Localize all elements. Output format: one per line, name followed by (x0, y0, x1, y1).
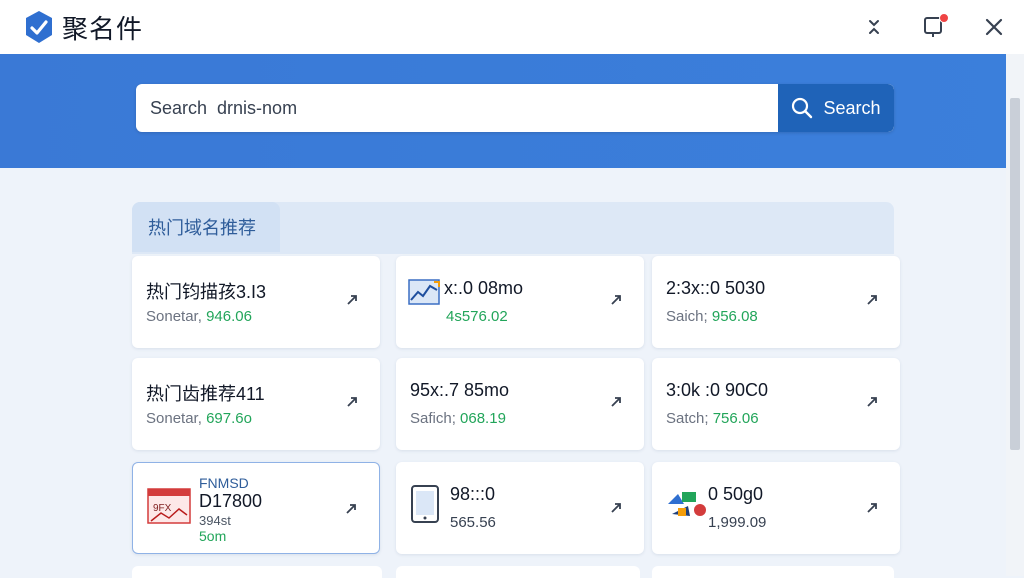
search-icon (792, 97, 813, 119)
domain-card[interactable]: 0 50g0 1,999.09 (652, 462, 900, 554)
card-title: 95x:.7 85mo (410, 380, 510, 400)
arrow-icon[interactable] (346, 396, 358, 408)
domain-card[interactable]: 热门齿推荐411 Sonetar, 697.6o (132, 358, 380, 450)
arrow-icon[interactable] (610, 396, 622, 408)
card-price: 956.08 (711, 308, 758, 325)
arrow-icon[interactable] (866, 396, 878, 408)
domain-card[interactable]: 热门钧描孩3.I3 Sonetar, 946.06 (132, 256, 380, 348)
card-title: x:.0 08mo (444, 278, 524, 298)
notification-badge (939, 13, 949, 23)
card-title: 3:0k :0 90C0 (666, 380, 769, 400)
card-title: FNMSD (199, 475, 249, 491)
arrow-icon[interactable] (866, 502, 878, 514)
card-price: 756.06 (712, 410, 759, 427)
collapse-icon[interactable] (862, 15, 886, 39)
tablet-icon (411, 485, 439, 523)
arrow-icon[interactable] (610, 502, 622, 514)
close-icon[interactable] (982, 15, 1006, 39)
card-meta: Sonetar, 697.6o (146, 410, 252, 427)
card-title: 0 50g0 (708, 484, 764, 504)
domain-card[interactable]: 95x:.7 85mo Safich; 068.19 (396, 358, 644, 450)
card-price: 4s576.02 (446, 308, 508, 325)
search-input[interactable] (136, 84, 776, 132)
card-meta: 565.56 (450, 514, 496, 531)
card-price: 697.6o (206, 410, 252, 427)
domain-card[interactable]: 2:3x::0 5030 Saich; 956.08 (652, 256, 900, 348)
search-button-label: Search (823, 97, 881, 118)
card-price: 5om (199, 528, 227, 544)
card-peek (396, 566, 640, 578)
card-peek (652, 566, 894, 578)
arrow-icon[interactable] (345, 503, 357, 515)
card-title-2: D17800 (199, 491, 263, 511)
notification-icon[interactable] (922, 13, 949, 39)
card-price: 068.19 (460, 410, 506, 427)
card-meta: 1,999.09 (708, 514, 767, 531)
card-title: 98:::0 (450, 484, 496, 504)
search-button[interactable]: Search (778, 84, 894, 132)
card-price: 946.06 (206, 308, 252, 325)
card-title: 2:3x::0 5030 (666, 278, 766, 298)
card-meta: Saich; 956.08 (666, 308, 758, 325)
chart-thumbnail-icon (408, 279, 440, 305)
search-band: Search (0, 54, 1024, 168)
search-box: Search (136, 84, 894, 132)
shapes-icon (668, 492, 706, 516)
browser-thumbnail-icon: 9FX (147, 488, 191, 524)
svg-text:9FX: 9FX (153, 503, 172, 514)
card-peek (132, 566, 382, 578)
card-meta: Sonetar, 946.06 (146, 308, 252, 325)
domain-card[interactable]: 9FX FNMSD D17800 394st 5om (132, 462, 380, 554)
card-meta: Safich; 068.19 (410, 410, 506, 427)
card-title: 热门钧描孩3.I3 (146, 282, 267, 302)
scroll-thumb[interactable] (1010, 98, 1020, 450)
card-title: 热门齿推荐411 (146, 384, 265, 404)
arrow-icon[interactable] (346, 294, 358, 306)
card-meta: 394st (199, 513, 231, 528)
section-title[interactable]: 热门域名推荐 (132, 202, 280, 252)
check-shield-icon (26, 11, 52, 43)
domain-card[interactable]: 98:::0 565.56 (396, 462, 644, 554)
app-title: 聚名件 (62, 13, 144, 44)
arrow-icon[interactable] (610, 294, 622, 306)
card-meta: Satch; 756.06 (666, 410, 759, 427)
title-bar: 聚名件 (0, 0, 1024, 54)
domain-card[interactable]: 3:0k :0 90C0 Satch; 756.06 (652, 358, 900, 450)
scrollbar[interactable] (1006, 54, 1024, 576)
domain-card[interactable]: x:.0 08mo 4s576.02 (396, 256, 644, 348)
arrow-icon[interactable] (866, 294, 878, 306)
